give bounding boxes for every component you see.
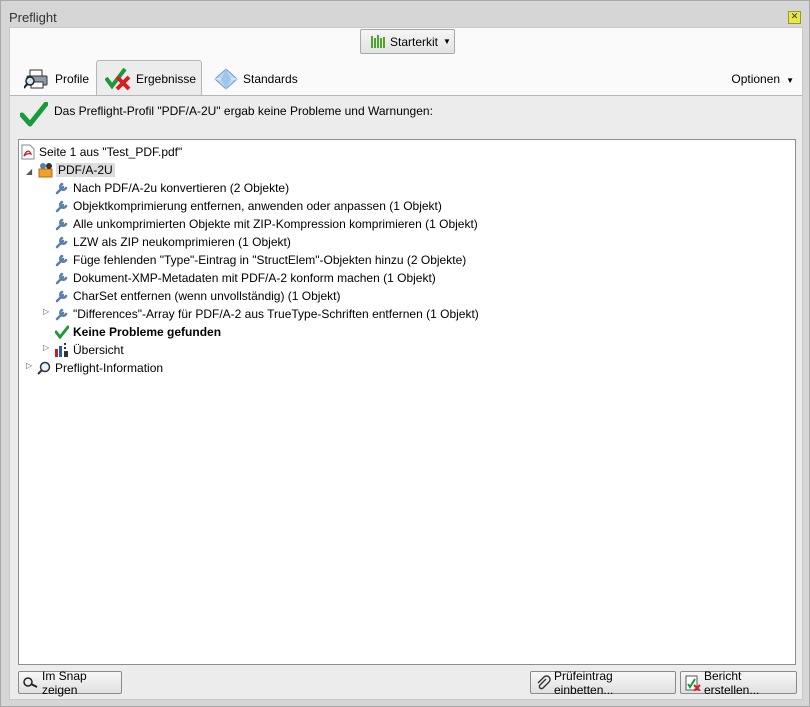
tree-item-page[interactable]: Seite 1 aus "Test_PDF.pdf"	[21, 143, 182, 161]
library-icon	[371, 35, 385, 48]
check-cross-icon	[105, 67, 131, 91]
tab-profile-label: Profile	[55, 72, 90, 86]
tree-item-label: Übersicht	[73, 343, 124, 357]
options-menu[interactable]: Optionen ▼	[731, 72, 794, 86]
window-title: Preflight	[9, 10, 57, 25]
summary-text: Das Preflight-Profil "PDF/A-2U" ergab ke…	[54, 104, 433, 118]
embed-audit-trail-label: Prüfeintrag einbetten...	[554, 668, 614, 697]
pdf-file-icon	[21, 144, 35, 160]
wrench-icon	[55, 271, 69, 285]
tree-item-profile[interactable]: PDF/A-2U	[37, 161, 115, 179]
tree-item-label: PDF/A-2U	[56, 163, 115, 177]
collapse-arrow-icon[interactable]: ◢	[26, 168, 34, 176]
check-icon	[55, 325, 69, 339]
tree-item-label: Nach PDF/A-2u konvertieren (2 Objekte)	[73, 181, 290, 195]
paperclip-icon	[535, 674, 551, 691]
tree-item-label: "Differences"-Array für PDF/A-2 aus True…	[73, 307, 479, 321]
wrench-icon	[55, 289, 69, 303]
summary-line: Das Preflight-Profil "PDF/A-2U" ergab ke…	[20, 102, 433, 128]
tree-item-label: LZW als ZIP neukomprimieren (1 Objekt)	[73, 235, 291, 249]
profile-icon	[37, 162, 54, 178]
preflight-window: Preflight ✕ Starterkit ▼ Profile Ergebni…	[0, 0, 810, 707]
report-icon	[685, 675, 701, 691]
tree-item-fixup[interactable]: Objektkomprimierung entfernen, anwenden …	[55, 197, 442, 215]
wrench-icon	[55, 181, 69, 195]
tree-item-fixup[interactable]: Füge fehlenden "Type"-Eintrag in "Struct…	[55, 251, 466, 269]
tree-item-label: Objektkomprimierung entfernen, anwenden …	[73, 199, 442, 213]
options-label: Optionen	[731, 72, 781, 86]
tab-profile[interactable]: Profile	[16, 63, 94, 95]
tree-item-no-problems[interactable]: Keine Probleme gefunden	[55, 323, 221, 341]
tree-item-label: CharSet entfernen (wenn unvollständig) (…	[73, 289, 341, 303]
create-report-label: Bericht erstellen...	[704, 668, 760, 697]
tree-item-label: Dokument-XMP-Metadaten mit PDF/A-2 konfo…	[73, 271, 436, 285]
tree-item-overview[interactable]: Übersicht	[55, 341, 124, 359]
chevron-down-icon: ▼	[443, 37, 451, 46]
tab-bar: Profile Ergebnisse Standards Optionen ▼	[10, 58, 802, 96]
embed-audit-trail-button[interactable]: Prüfeintrag einbetten...	[530, 668, 676, 697]
create-report-button[interactable]: Bericht erstellen...	[680, 668, 797, 697]
starterkit-label: Starterkit	[390, 34, 439, 49]
wrench-icon	[55, 217, 69, 231]
results-content: Das Preflight-Profil "PDF/A-2U" ergab ke…	[10, 95, 802, 699]
wrench-icon	[55, 235, 69, 249]
tree-item-fixup[interactable]: LZW als ZIP neukomprimieren (1 Objekt)	[55, 233, 291, 251]
preflight-panel: Starterkit ▼ Profile Ergebnisse Standard…	[9, 27, 803, 700]
tree-item-fixup[interactable]: Nach PDF/A-2u konvertieren (2 Objekte)	[55, 179, 289, 197]
expand-arrow-icon[interactable]: ▷	[43, 308, 51, 316]
tree-item-fixup[interactable]: Dokument-XMP-Metadaten mit PDF/A-2 konfo…	[55, 269, 436, 287]
tab-ergebnisse[interactable]: Ergebnisse	[96, 60, 202, 96]
chevron-down-icon: ▼	[786, 76, 794, 85]
tree-item-fixup[interactable]: CharSet entfernen (wenn unvollständig) (…	[55, 287, 340, 305]
big-check-icon	[20, 102, 48, 128]
starterkit-dropdown[interactable]: Starterkit ▼	[360, 29, 455, 54]
tab-standards[interactable]: Standards	[206, 63, 302, 95]
tree-item-fixup[interactable]: "Differences"-Array für PDF/A-2 aus True…	[55, 305, 479, 323]
tree-item-label: Keine Probleme gefunden	[73, 325, 222, 339]
tree-item-label: Seite 1 aus "Test_PDF.pdf"	[39, 145, 183, 159]
close-icon[interactable]: ✕	[788, 11, 801, 24]
show-in-snap-label: Im Snap zeigen	[42, 668, 87, 697]
tree-item-label: Füge fehlenden "Type"-Eintrag in "Struct…	[73, 253, 467, 267]
tab-ergebnisse-label: Ergebnisse	[136, 71, 197, 86]
expand-arrow-icon[interactable]: ▷	[26, 362, 34, 370]
expand-arrow-icon[interactable]: ▷	[43, 344, 51, 352]
overview-chart-icon	[55, 343, 69, 357]
results-tree[interactable]: Seite 1 aus "Test_PDF.pdf" ◢ PDF/A-2U Na…	[18, 139, 796, 665]
magnifier-icon	[37, 361, 51, 375]
tree-item-fixup[interactable]: Alle unkomprimierten Objekte mit ZIP-Kom…	[55, 215, 478, 233]
wrench-icon	[55, 253, 69, 267]
diamond-icon	[214, 68, 238, 90]
wrench-icon	[55, 199, 69, 213]
magnifier-icon	[23, 676, 39, 689]
tab-standards-label: Standards	[243, 72, 298, 86]
wrench-icon	[55, 307, 69, 321]
tree-item-label: Preflight-Information	[55, 361, 164, 375]
tree-item-label: Alle unkomprimierten Objekte mit ZIP-Kom…	[73, 217, 478, 231]
show-in-snap-button[interactable]: Im Snap zeigen	[18, 668, 122, 697]
tree-item-preflight-info[interactable]: Preflight-Information	[37, 359, 163, 377]
printer-magnifier-icon	[24, 68, 50, 90]
